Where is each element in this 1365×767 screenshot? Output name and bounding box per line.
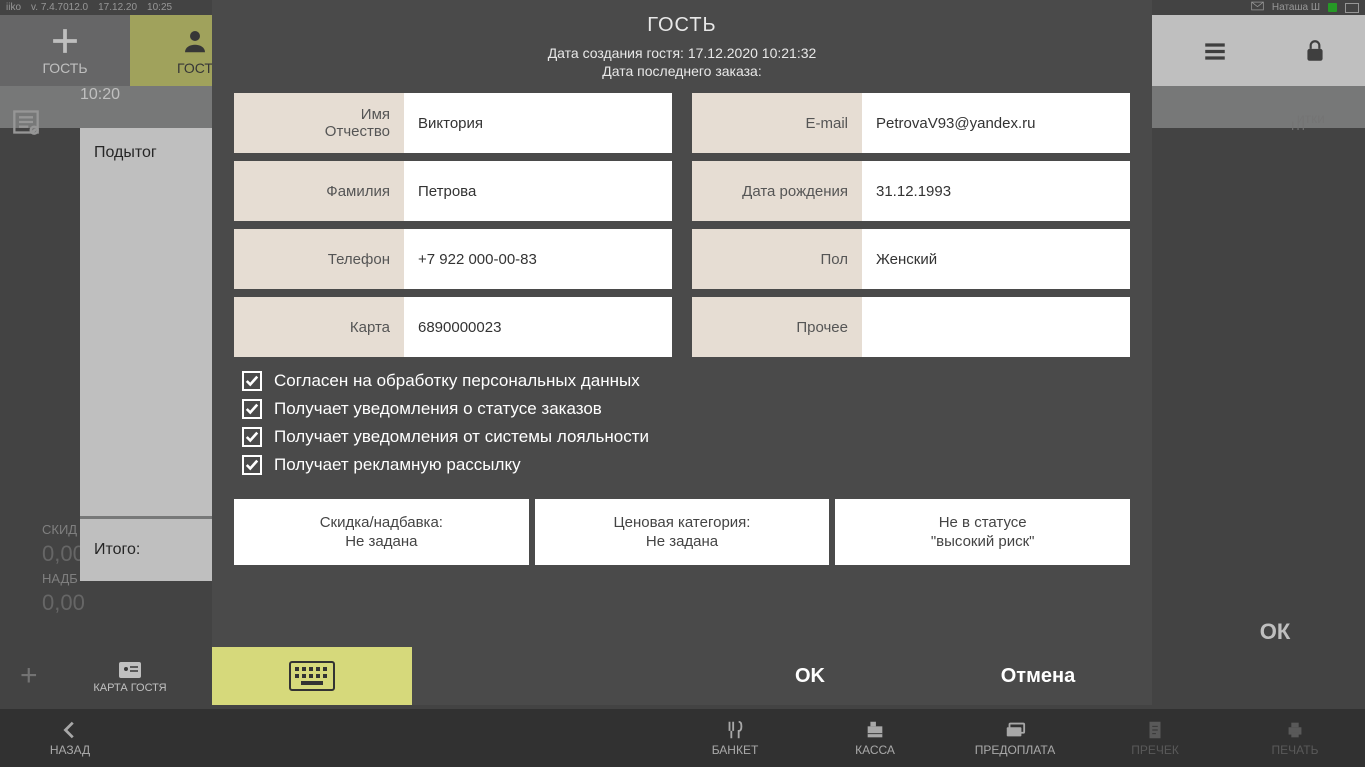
surname-label: Фамилия	[234, 161, 404, 221]
birth-label: Дата рождения	[692, 161, 862, 221]
card-label: Карта	[234, 297, 404, 357]
keyboard-button[interactable]	[212, 647, 412, 705]
other-field[interactable]	[862, 297, 1130, 357]
birth-field[interactable]: 31.12.1993	[862, 161, 1130, 221]
card-field[interactable]: 6890000023	[404, 297, 672, 357]
phone-label: Телефон	[234, 229, 404, 289]
phone-field[interactable]: +7 922 000-00-83	[404, 229, 672, 289]
guest-modal: ГОСТЬ Дата создания гостя: 17.12.2020 10…	[212, 0, 1152, 705]
ok-button[interactable]: OK	[696, 647, 924, 705]
checkmark-icon	[242, 371, 262, 391]
modal-lastorder: Дата последнего заказа:	[212, 63, 1152, 93]
checkmark-icon	[242, 427, 262, 447]
surname-field[interactable]: Петрова	[404, 161, 672, 221]
checkmark-icon	[242, 399, 262, 419]
modal-title: ГОСТЬ	[212, 0, 1152, 43]
loyalty-notify-checkbox[interactable]: Получает уведомления от системы лояльнос…	[242, 427, 1122, 447]
other-label: Прочее	[692, 297, 862, 357]
consent-personal-data-label: Согласен на обработку персональных данны…	[274, 371, 640, 391]
email-field[interactable]: PetrovaV93@yandex.ru	[862, 93, 1130, 153]
risk-status-card[interactable]: Не в статусе "высокий риск"	[835, 499, 1130, 565]
email-label: E-mail	[692, 93, 862, 153]
ads-notify-label: Получает рекламную рассылку	[274, 455, 521, 475]
checkmark-icon	[242, 455, 262, 475]
name-label: Имя Отчество	[234, 93, 404, 153]
modal-created: Дата создания гостя: 17.12.2020 10:21:32	[212, 43, 1152, 63]
gender-field[interactable]: Женский	[862, 229, 1130, 289]
consent-personal-data-checkbox[interactable]: Согласен на обработку персональных данны…	[242, 371, 1122, 391]
keyboard-icon	[289, 661, 335, 691]
order-status-notify-checkbox[interactable]: Получает уведомления о статусе заказов	[242, 399, 1122, 419]
discount-card[interactable]: Скидка/надбавка: Не задана	[234, 499, 529, 565]
gender-label: Пол	[692, 229, 862, 289]
order-status-notify-label: Получает уведомления о статусе заказов	[274, 399, 602, 419]
loyalty-notify-label: Получает уведомления от системы лояльнос…	[274, 427, 649, 447]
price-category-card[interactable]: Ценовая категория: Не задана	[535, 499, 830, 565]
name-field[interactable]: Виктория	[404, 93, 672, 153]
ads-notify-checkbox[interactable]: Получает рекламную рассылку	[242, 455, 1122, 475]
cancel-button[interactable]: Отмена	[924, 647, 1152, 705]
